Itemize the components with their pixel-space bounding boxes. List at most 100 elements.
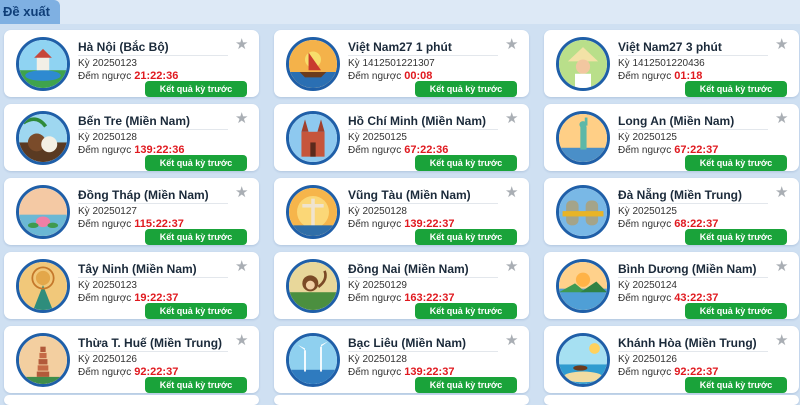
countdown-label: Đếm ngược bbox=[348, 367, 402, 378]
draw-number: Kỳ 20250128 bbox=[348, 206, 407, 217]
top-bar: Đề xuất bbox=[0, 0, 800, 24]
lottery-card[interactable]: Hà Nội (Bắc Bộ) ★ Kỳ 20250123 Đếm ngược 21:2… bbox=[4, 30, 259, 97]
previous-result-button[interactable]: Kết quả kỳ trước bbox=[685, 303, 787, 319]
lottery-name[interactable]: Việt Nam27 3 phút bbox=[618, 41, 768, 56]
lottery-card[interactable]: Việt Nam27 1 phút ★ Kỳ 1412501221307 Đếm ng… bbox=[274, 30, 529, 97]
lottery-name[interactable]: Bạc Liêu (Miền Nam) bbox=[348, 337, 498, 352]
star-icon[interactable]: ★ bbox=[235, 259, 249, 274]
draw-number: Kỳ 20250129 bbox=[348, 280, 407, 291]
previous-result-button[interactable]: Kết quả kỳ trước bbox=[685, 377, 787, 393]
lottery-name[interactable]: Hà Nội (Bắc Bộ) bbox=[78, 41, 228, 56]
countdown-label: Đếm ngược bbox=[348, 71, 402, 82]
star-icon[interactable]: ★ bbox=[775, 259, 789, 274]
lottery-name[interactable]: Đồng Nai (Miền Nam) bbox=[348, 263, 498, 278]
draw-number: Kỳ 20250125 bbox=[348, 132, 407, 143]
star-icon[interactable]: ★ bbox=[235, 333, 249, 348]
lottery-card-partial bbox=[4, 395, 259, 405]
beach-boat-icon bbox=[556, 333, 610, 387]
countdown-label: Đếm ngược bbox=[348, 145, 402, 156]
previous-result-button[interactable]: Kết quả kỳ trước bbox=[415, 155, 517, 171]
lottery-name[interactable]: Hồ Chí Minh (Miền Nam) bbox=[348, 115, 498, 130]
star-icon[interactable]: ★ bbox=[235, 111, 249, 126]
lottery-name[interactable]: Bến Tre (Miền Nam) bbox=[78, 115, 228, 130]
lottery-grid: Hà Nội (Bắc Bộ) ★ Kỳ 20250123 Đếm ngược 21:2… bbox=[0, 30, 800, 405]
lottery-name[interactable]: Bình Dương (Miền Nam) bbox=[618, 263, 768, 278]
star-icon[interactable]: ★ bbox=[775, 185, 789, 200]
previous-result-button[interactable]: Kết quả kỳ trước bbox=[415, 229, 517, 245]
countdown-label: Đếm ngược bbox=[78, 367, 132, 378]
lottery-card[interactable]: Bình Dương (Miền Nam) ★ Kỳ 20250124 Đếm ngư… bbox=[544, 252, 799, 319]
lottery-name[interactable]: Thừa T. Huế (Miền Trung) bbox=[78, 337, 228, 352]
goddess-icon bbox=[16, 259, 70, 313]
draw-number: Kỳ 20250128 bbox=[78, 132, 137, 143]
previous-result-button[interactable]: Kết quả kỳ trước bbox=[145, 303, 247, 319]
coconut-icon bbox=[16, 111, 70, 165]
lottery-card[interactable]: Đồng Tháp (Miền Nam) ★ Kỳ 20250127 Đếm ngượ… bbox=[4, 178, 259, 245]
lottery-name[interactable]: Đồng Tháp (Miền Nam) bbox=[78, 189, 228, 204]
star-icon[interactable]: ★ bbox=[775, 111, 789, 126]
previous-result-button[interactable]: Kết quả kỳ trước bbox=[145, 229, 247, 245]
thien-mu-pagoda-icon bbox=[16, 333, 70, 387]
lottery-card[interactable]: Bạc Liêu (Miền Nam) ★ Kỳ 20250128 Đếm ngược… bbox=[274, 326, 529, 393]
countdown-label: Đếm ngược bbox=[78, 71, 132, 82]
previous-result-button[interactable]: Kết quả kỳ trước bbox=[145, 377, 247, 393]
lottery-name[interactable]: Việt Nam27 1 phút bbox=[348, 41, 498, 56]
previous-result-button[interactable]: Kết quả kỳ trước bbox=[685, 229, 787, 245]
lottery-name[interactable]: Đà Nẵng (Miền Trung) bbox=[618, 189, 768, 204]
lottery-card[interactable]: Đồng Nai (Miền Nam) ★ Kỳ 20250129 Đếm ngược… bbox=[274, 252, 529, 319]
previous-result-button[interactable]: Kết quả kỳ trước bbox=[415, 303, 517, 319]
countdown-label: Đếm ngược bbox=[618, 145, 672, 156]
draw-number: Kỳ 20250125 bbox=[618, 206, 677, 217]
star-icon[interactable]: ★ bbox=[775, 333, 789, 348]
boat-temple-icon bbox=[286, 37, 340, 91]
previous-result-button[interactable]: Kết quả kỳ trước bbox=[415, 81, 517, 97]
lottery-card[interactable]: Thừa T. Huế (Miền Trung) ★ Kỳ 20250126 Đếm … bbox=[4, 326, 259, 393]
draw-number: Kỳ 20250123 bbox=[78, 280, 137, 291]
lottery-name[interactable]: Khánh Hòa (Miền Trung) bbox=[618, 337, 768, 352]
star-icon[interactable]: ★ bbox=[235, 37, 249, 52]
hanoi-pagoda-icon bbox=[16, 37, 70, 91]
previous-result-button[interactable]: Kết quả kỳ trước bbox=[145, 81, 247, 97]
star-icon[interactable]: ★ bbox=[235, 185, 249, 200]
lottery-card[interactable]: Khánh Hòa (Miền Trung) ★ Kỳ 20250126 Đếm ng… bbox=[544, 326, 799, 393]
draw-number: Kỳ 20250123 bbox=[78, 58, 137, 69]
lottery-name[interactable]: Vũng Tàu (Miền Nam) bbox=[348, 189, 498, 204]
lottery-name[interactable]: Long An (Miền Nam) bbox=[618, 115, 768, 130]
conical-hat-woman-icon bbox=[556, 37, 610, 91]
draw-number: Kỳ 1412501220436 bbox=[618, 58, 705, 69]
star-icon[interactable]: ★ bbox=[505, 185, 519, 200]
countdown-label: Đếm ngược bbox=[618, 71, 672, 82]
lottery-card[interactable]: Bến Tre (Miền Nam) ★ Kỳ 20250128 Đếm ngược 1… bbox=[4, 104, 259, 171]
lottery-card-partial bbox=[544, 395, 799, 405]
star-icon[interactable]: ★ bbox=[505, 111, 519, 126]
countdown-label: Đếm ngược bbox=[348, 293, 402, 304]
tab-de-xuat[interactable]: Đề xuất bbox=[0, 0, 60, 24]
lottery-card[interactable]: Tây Ninh (Miền Nam) ★ Kỳ 20250123 Đếm ngược… bbox=[4, 252, 259, 319]
previous-result-button[interactable]: Kết quả kỳ trước bbox=[685, 155, 787, 171]
star-icon[interactable]: ★ bbox=[775, 37, 789, 52]
star-icon[interactable]: ★ bbox=[505, 37, 519, 52]
river-landscape-icon bbox=[556, 259, 610, 313]
lottery-card-partial bbox=[274, 395, 529, 405]
draw-number: Kỳ 20250126 bbox=[618, 354, 677, 365]
monkey-icon bbox=[286, 259, 340, 313]
lottery-card[interactable]: Hồ Chí Minh (Miền Nam) ★ Kỳ 20250125 Đếm ng… bbox=[274, 104, 529, 171]
christ-statue-icon bbox=[286, 185, 340, 239]
draw-number: Kỳ 20250127 bbox=[78, 206, 137, 217]
draw-number: Kỳ 20250125 bbox=[618, 132, 677, 143]
previous-result-button[interactable]: Kết quả kỳ trước bbox=[415, 377, 517, 393]
previous-result-button[interactable]: Kết quả kỳ trước bbox=[145, 155, 247, 171]
lottery-card[interactable]: Vũng Tàu (Miền Nam) ★ Kỳ 20250128 Đếm ngược… bbox=[274, 178, 529, 245]
draw-number: Kỳ 20250128 bbox=[348, 354, 407, 365]
lottery-name[interactable]: Tây Ninh (Miền Nam) bbox=[78, 263, 228, 278]
lotus-icon bbox=[16, 185, 70, 239]
countdown-label: Đếm ngược bbox=[78, 145, 132, 156]
lottery-card[interactable]: Long An (Miền Nam) ★ Kỳ 20250125 Đếm ngược 6… bbox=[544, 104, 799, 171]
star-icon[interactable]: ★ bbox=[505, 333, 519, 348]
star-icon[interactable]: ★ bbox=[505, 259, 519, 274]
previous-result-button[interactable]: Kết quả kỳ trước bbox=[685, 81, 787, 97]
lottery-card[interactable]: Đà Nẵng (Miền Trung) ★ Kỳ 20250125 Đếm ngượ… bbox=[544, 178, 799, 245]
draw-number: Kỳ 1412501221307 bbox=[348, 58, 435, 69]
countdown-label: Đếm ngược bbox=[618, 219, 672, 230]
lottery-card[interactable]: Việt Nam27 3 phút ★ Kỳ 1412501220436 Đếm ng… bbox=[544, 30, 799, 97]
